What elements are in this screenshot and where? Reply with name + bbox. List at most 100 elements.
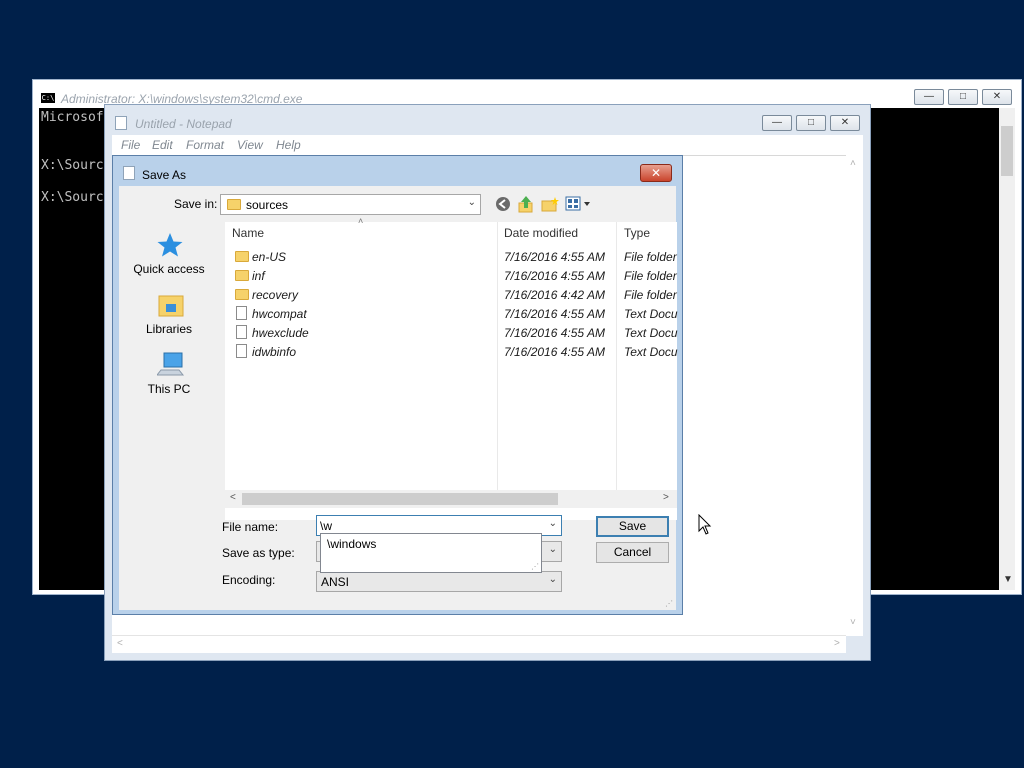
chevron-down-icon: ⌄	[548, 544, 557, 555]
chevron-down-icon: ⌄	[467, 197, 476, 208]
back-icon[interactable]	[495, 196, 511, 212]
resize-grip-icon[interactable]: ⋰	[531, 562, 539, 571]
column-header-date[interactable]: Date modified	[504, 226, 578, 240]
file-name-value: \w	[320, 519, 332, 533]
menu-format[interactable]: Format	[186, 138, 224, 152]
scroll-down-arrow-icon[interactable]: ▼	[1003, 574, 1013, 585]
cmd-vertical-scrollbar[interactable]: ▼	[999, 108, 1015, 590]
cmd-maximize-button[interactable]: □	[948, 89, 978, 105]
dialog-client-area: Save in: sources ⌄ Quick access Librarie…	[119, 186, 678, 610]
notepad-close-button[interactable]: ✕	[830, 115, 860, 131]
cmd-minimize-button[interactable]: —	[914, 89, 944, 105]
view-menu-icon[interactable]	[565, 196, 593, 212]
list-item[interactable]: recovery 7/16/2016 4:42 AM File folder	[225, 285, 677, 304]
text-file-icon	[236, 344, 247, 358]
column-header-name[interactable]: Name	[232, 226, 264, 240]
file-date: 7/16/2016 4:55 AM	[504, 250, 605, 264]
notepad-horizontal-scrollbar[interactable]: < >	[112, 635, 846, 653]
place-quick-access[interactable]: Quick access	[121, 232, 217, 282]
file-type: File folder	[624, 288, 677, 302]
scrollbar-thumb[interactable]	[1001, 126, 1013, 176]
sort-ascending-icon: ˄	[358, 216, 364, 226]
file-name: inf	[252, 269, 265, 283]
text-file-icon	[236, 306, 247, 320]
libraries-icon	[158, 295, 184, 317]
dialog-app-icon	[123, 166, 135, 180]
file-type: File folder	[624, 250, 677, 264]
chevron-down-icon[interactable]: ⌄	[549, 518, 557, 529]
file-date: 7/16/2016 4:55 AM	[504, 345, 605, 359]
notepad-maximize-button[interactable]: □	[796, 115, 826, 131]
list-item[interactable]: hwcompat 7/16/2016 4:55 AM Text Docu	[225, 304, 678, 323]
file-name: hwcompat	[252, 307, 307, 321]
console-app-icon: C:\	[41, 93, 55, 103]
file-name-label: File name:	[222, 520, 279, 534]
dialog-title: Save As	[142, 168, 187, 182]
cmd-close-button[interactable]: ✕	[982, 89, 1012, 105]
cancel-button[interactable]: Cancel	[596, 542, 669, 563]
file-date: 7/16/2016 4:55 AM	[504, 326, 605, 340]
encoding-value: ANSI	[321, 575, 350, 589]
scroll-down-arrow-icon[interactable]: ˅	[850, 617, 856, 628]
menu-help[interactable]: Help	[276, 138, 301, 152]
list-item[interactable]: hwexclude 7/16/2016 4:55 AM Text Docu	[225, 323, 678, 342]
autocomplete-list: \windows ⋰	[320, 533, 542, 573]
save-as-type-label: Save as type:	[222, 546, 295, 560]
encoding-label: Encoding:	[222, 573, 276, 587]
file-name: idwbinfo	[252, 345, 297, 359]
place-this-pc[interactable]: This PC	[121, 352, 217, 402]
save-as-dialog: Save As ✕ Save in: sources ⌄ Quick acces…	[112, 155, 683, 615]
file-date: 7/16/2016 4:55 AM	[504, 307, 605, 321]
folder-icon	[235, 251, 249, 262]
new-folder-icon[interactable]	[541, 196, 559, 212]
file-type: Text Docu	[624, 345, 678, 359]
console-line: X:\Sourc	[41, 190, 104, 205]
file-name: en-US	[252, 250, 287, 264]
scrollbar-thumb[interactable]	[242, 493, 558, 505]
save-in-dropdown[interactable]: sources ⌄	[220, 194, 481, 215]
scroll-right-arrow-icon[interactable]: >	[663, 492, 669, 503]
notepad-menubar: File Edit Format View Help	[112, 135, 863, 155]
encoding-dropdown[interactable]: ANSI ⌄	[316, 571, 562, 592]
scroll-left-arrow-icon[interactable]: <	[230, 492, 236, 503]
file-name: recovery	[252, 288, 299, 302]
file-date: 7/16/2016 4:55 AM	[504, 269, 605, 283]
place-label: Libraries	[145, 322, 193, 336]
file-list-horizontal-scrollbar[interactable]: < >	[225, 490, 677, 508]
menu-edit[interactable]: Edit	[152, 138, 173, 152]
save-in-value: sources	[246, 198, 289, 212]
menu-view[interactable]: View	[237, 138, 263, 152]
menu-file[interactable]: File	[121, 138, 140, 152]
list-item[interactable]: en-US 7/16/2016 4:55 AM File folder	[225, 247, 677, 266]
folder-icon	[235, 270, 249, 281]
dialog-close-button[interactable]: ✕	[640, 164, 672, 182]
console-line: X:\Sourc	[41, 158, 104, 173]
chevron-down-icon: ⌄	[548, 574, 557, 585]
list-item[interactable]: inf 7/16/2016 4:55 AM File folder	[225, 266, 677, 285]
file-type: File folder	[624, 269, 677, 283]
computer-icon	[157, 352, 185, 376]
notepad-minimize-button[interactable]: —	[762, 115, 792, 131]
file-type: Text Docu	[624, 307, 678, 321]
file-name: hwexclude	[252, 326, 309, 340]
folder-icon	[227, 199, 241, 210]
folder-icon	[235, 289, 249, 300]
column-header-type[interactable]: Type	[624, 226, 650, 240]
file-list[interactable]: ˄ Name Date modified Type en-US 7/16/201…	[225, 216, 678, 520]
scroll-up-arrow-icon[interactable]: ˄	[850, 158, 856, 169]
place-label: Quick access	[133, 262, 205, 276]
place-libraries[interactable]: Libraries	[121, 292, 217, 342]
list-item[interactable]: idwbinfo 7/16/2016 4:55 AM Text Docu	[225, 342, 678, 361]
scroll-left-arrow-icon[interactable]: <	[117, 638, 123, 649]
console-line: Microsof	[41, 110, 104, 125]
save-button[interactable]: Save	[596, 516, 669, 537]
text-file-icon	[236, 325, 247, 339]
scroll-right-arrow-icon[interactable]: >	[834, 638, 840, 649]
file-type: Text Docu	[624, 326, 678, 340]
notepad-vertical-scrollbar[interactable]: ˄ ˅	[846, 155, 863, 635]
autocomplete-item[interactable]: \windows	[327, 537, 376, 551]
resize-grip-icon[interactable]: ⋰	[665, 599, 673, 608]
notepad-title: Untitled - Notepad	[135, 117, 232, 131]
up-folder-icon[interactable]	[518, 195, 534, 213]
place-label: This PC	[147, 382, 191, 396]
